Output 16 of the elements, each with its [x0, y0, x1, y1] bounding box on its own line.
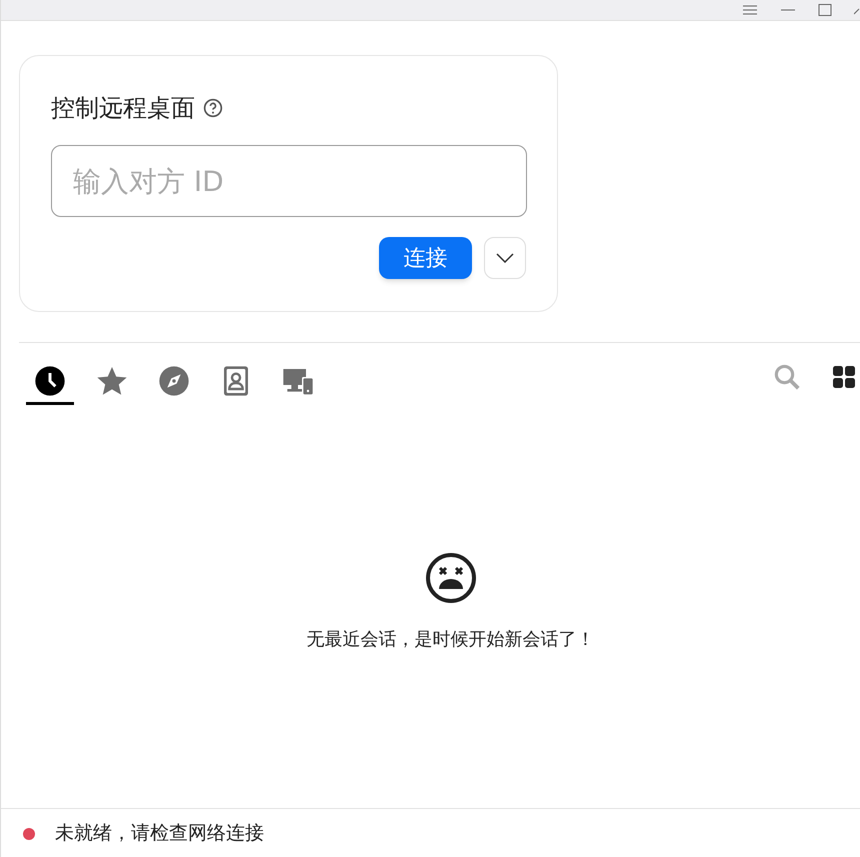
id-input-field[interactable]: 输入对方 ID — [51, 145, 527, 217]
dropdown-button[interactable] — [484, 237, 526, 279]
maximize-icon[interactable] — [818, 4, 832, 16]
card-title: 控制远程桌面 — [51, 93, 195, 124]
connect-button[interactable]: 连接 — [379, 237, 472, 279]
grid-view-icon[interactable] — [832, 365, 856, 389]
compass-icon — [158, 364, 190, 396]
menu-icon[interactable] — [742, 5, 758, 15]
help-icon[interactable] — [203, 98, 223, 118]
status-text: 未就绪，请检查网络连接 — [55, 821, 264, 846]
star-icon — [96, 364, 128, 396]
clock-icon — [34, 364, 66, 396]
minimize-icon[interactable] — [780, 8, 796, 12]
sad-face-icon — [424, 552, 476, 604]
chevron-down-icon — [496, 253, 514, 263]
empty-message: 无最近会话，是时候开始新会话了！ — [306, 628, 594, 652]
